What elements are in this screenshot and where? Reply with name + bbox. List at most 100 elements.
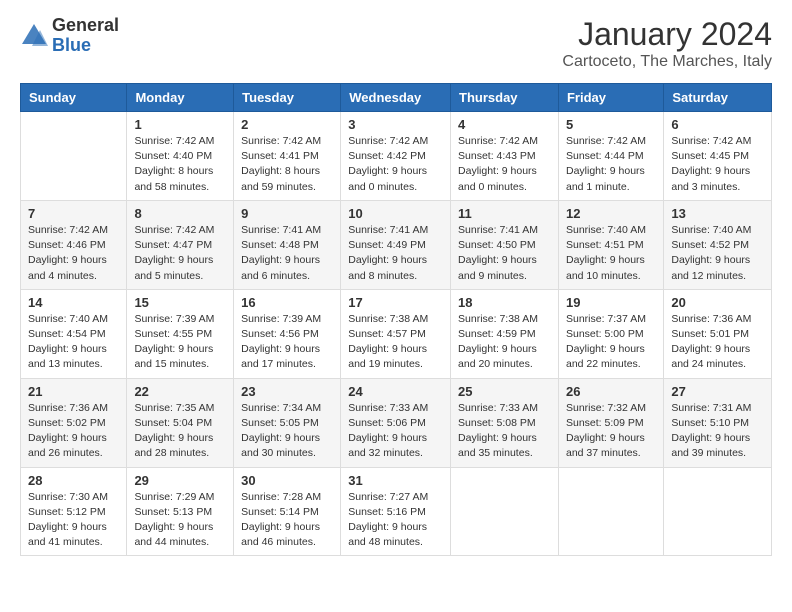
day-number: 28 xyxy=(28,473,119,488)
calendar-cell: 4 Sunrise: 7:42 AM Sunset: 4:43 PM Daylig… xyxy=(451,112,559,201)
day-number: 11 xyxy=(458,206,551,221)
calendar-cell: 2 Sunrise: 7:42 AM Sunset: 4:41 PM Daylig… xyxy=(234,112,341,201)
calendar-cell: 3 Sunrise: 7:42 AM Sunset: 4:42 PM Daylig… xyxy=(341,112,451,201)
day-info: Sunrise: 7:40 AM Sunset: 4:54 PM Dayligh… xyxy=(28,312,119,373)
calendar-cell: 24 Sunrise: 7:33 AM Sunset: 5:06 PM Dayli… xyxy=(341,378,451,467)
day-info: Sunrise: 7:42 AM Sunset: 4:47 PM Dayligh… xyxy=(134,223,226,284)
calendar-cell xyxy=(451,467,559,556)
calendar-cell: 25 Sunrise: 7:33 AM Sunset: 5:08 PM Dayli… xyxy=(451,378,559,467)
calendar-cell: 30Sunrise: 7:28 AM Sunset: 5:14 PM Dayli… xyxy=(234,467,341,556)
day-info: Sunrise: 7:41 AM Sunset: 4:49 PM Dayligh… xyxy=(348,223,443,284)
calendar-cell: 14 Sunrise: 7:40 AM Sunset: 4:54 PM Dayli… xyxy=(21,289,127,378)
day-number: 8 xyxy=(134,206,226,221)
calendar-cell: 13 Sunrise: 7:40 AM Sunset: 4:52 PM Dayli… xyxy=(664,200,772,289)
day-number: 25 xyxy=(458,384,551,399)
day-number: 21 xyxy=(28,384,119,399)
weekday-header-sunday: Sunday xyxy=(21,84,127,112)
calendar-cell: 19 Sunrise: 7:37 AM Sunset: 5:00 PM Dayli… xyxy=(558,289,663,378)
day-info: Sunrise: 7:29 AM Sunset: 5:13 PM Dayligh… xyxy=(134,490,226,551)
day-info: Sunrise: 7:42 AM Sunset: 4:41 PM Dayligh… xyxy=(241,134,333,195)
calendar-cell: 22Sunrise: 7:35 AM Sunset: 5:04 PM Dayli… xyxy=(127,378,234,467)
day-info: Sunrise: 7:38 AM Sunset: 4:57 PM Dayligh… xyxy=(348,312,443,373)
calendar-cell: 10 Sunrise: 7:41 AM Sunset: 4:49 PM Dayli… xyxy=(341,200,451,289)
day-number: 19 xyxy=(566,295,656,310)
day-info: Sunrise: 7:42 AM Sunset: 4:46 PM Dayligh… xyxy=(28,223,119,284)
calendar-cell: 8 Sunrise: 7:42 AM Sunset: 4:47 PM Daylig… xyxy=(127,200,234,289)
day-number: 12 xyxy=(566,206,656,221)
day-info: Sunrise: 7:42 AM Sunset: 4:40 PM Dayligh… xyxy=(134,134,226,195)
day-info: Sunrise: 7:41 AM Sunset: 4:48 PM Dayligh… xyxy=(241,223,333,284)
day-info: Sunrise: 7:37 AM Sunset: 5:00 PM Dayligh… xyxy=(566,312,656,373)
day-number: 9 xyxy=(241,206,333,221)
day-info: Sunrise: 7:30 AM Sunset: 5:12 PM Dayligh… xyxy=(28,490,119,551)
day-info: Sunrise: 7:40 AM Sunset: 4:52 PM Dayligh… xyxy=(671,223,764,284)
day-info: Sunrise: 7:42 AM Sunset: 4:42 PM Dayligh… xyxy=(348,134,443,195)
location-title: Cartoceto, The Marches, Italy xyxy=(562,53,772,71)
weekday-header-wednesday: Wednesday xyxy=(341,84,451,112)
day-number: 31 xyxy=(348,473,443,488)
day-number: 4 xyxy=(458,117,551,132)
day-number: 14 xyxy=(28,295,119,310)
month-title: January 2024 xyxy=(562,16,772,53)
calendar-cell: 20Sunrise: 7:36 AM Sunset: 5:01 PM Dayli… xyxy=(664,289,772,378)
day-number: 5 xyxy=(566,117,656,132)
day-info: Sunrise: 7:32 AM Sunset: 5:09 PM Dayligh… xyxy=(566,401,656,462)
weekday-header-monday: Monday xyxy=(127,84,234,112)
day-info: Sunrise: 7:33 AM Sunset: 5:06 PM Dayligh… xyxy=(348,401,443,462)
day-info: Sunrise: 7:33 AM Sunset: 5:08 PM Dayligh… xyxy=(458,401,551,462)
calendar-cell: 5 Sunrise: 7:42 AM Sunset: 4:44 PM Daylig… xyxy=(558,112,663,201)
logo-text: General Blue xyxy=(52,16,119,56)
calendar-cell xyxy=(558,467,663,556)
logo-general: General xyxy=(52,16,119,36)
day-info: Sunrise: 7:41 AM Sunset: 4:50 PM Dayligh… xyxy=(458,223,551,284)
calendar-week-3: 14 Sunrise: 7:40 AM Sunset: 4:54 PM Dayli… xyxy=(21,289,772,378)
title-area: January 2024 Cartoceto, The Marches, Ita… xyxy=(562,16,772,71)
day-info: Sunrise: 7:27 AM Sunset: 5:16 PM Dayligh… xyxy=(348,490,443,551)
calendar-cell xyxy=(21,112,127,201)
logo: General Blue xyxy=(20,16,119,56)
calendar-cell: 15Sunrise: 7:39 AM Sunset: 4:55 PM Dayli… xyxy=(127,289,234,378)
day-info: Sunrise: 7:42 AM Sunset: 4:45 PM Dayligh… xyxy=(671,134,764,195)
weekday-header-friday: Friday xyxy=(558,84,663,112)
day-info: Sunrise: 7:36 AM Sunset: 5:01 PM Dayligh… xyxy=(671,312,764,373)
day-info: Sunrise: 7:38 AM Sunset: 4:59 PM Dayligh… xyxy=(458,312,551,373)
calendar-cell: 31 Sunrise: 7:27 AM Sunset: 5:16 PM Dayli… xyxy=(341,467,451,556)
weekday-header-thursday: Thursday xyxy=(451,84,559,112)
day-number: 29 xyxy=(134,473,226,488)
calendar-week-2: 7Sunrise: 7:42 AM Sunset: 4:46 PM Daylig… xyxy=(21,200,772,289)
day-info: Sunrise: 7:42 AM Sunset: 4:44 PM Dayligh… xyxy=(566,134,656,195)
day-number: 2 xyxy=(241,117,333,132)
day-info: Sunrise: 7:34 AM Sunset: 5:05 PM Dayligh… xyxy=(241,401,333,462)
day-number: 13 xyxy=(671,206,764,221)
calendar-cell: 17 Sunrise: 7:38 AM Sunset: 4:57 PM Dayli… xyxy=(341,289,451,378)
day-number: 6 xyxy=(671,117,764,132)
weekday-header-saturday: Saturday xyxy=(664,84,772,112)
calendar-cell: 12 Sunrise: 7:40 AM Sunset: 4:51 PM Dayli… xyxy=(558,200,663,289)
calendar-cell: 29 Sunrise: 7:29 AM Sunset: 5:13 PM Dayli… xyxy=(127,467,234,556)
day-number: 3 xyxy=(348,117,443,132)
day-info: Sunrise: 7:35 AM Sunset: 5:04 PM Dayligh… xyxy=(134,401,226,462)
calendar-cell: 11 Sunrise: 7:41 AM Sunset: 4:50 PM Dayli… xyxy=(451,200,559,289)
day-number: 16 xyxy=(241,295,333,310)
day-info: Sunrise: 7:39 AM Sunset: 4:56 PM Dayligh… xyxy=(241,312,333,373)
day-number: 1 xyxy=(134,117,226,132)
day-number: 24 xyxy=(348,384,443,399)
logo-blue: Blue xyxy=(52,36,119,56)
day-info: Sunrise: 7:40 AM Sunset: 4:51 PM Dayligh… xyxy=(566,223,656,284)
calendar-week-4: 21Sunrise: 7:36 AM Sunset: 5:02 PM Dayli… xyxy=(21,378,772,467)
day-number: 27 xyxy=(671,384,764,399)
day-number: 17 xyxy=(348,295,443,310)
calendar-cell: 7Sunrise: 7:42 AM Sunset: 4:46 PM Daylig… xyxy=(21,200,127,289)
header: General Blue January 2024 Cartoceto, The… xyxy=(20,16,772,71)
calendar-cell: 28 Sunrise: 7:30 AM Sunset: 5:12 PM Dayli… xyxy=(21,467,127,556)
calendar-cell: 6 Sunrise: 7:42 AM Sunset: 4:45 PM Daylig… xyxy=(664,112,772,201)
day-number: 26 xyxy=(566,384,656,399)
day-info: Sunrise: 7:42 AM Sunset: 4:43 PM Dayligh… xyxy=(458,134,551,195)
day-number: 10 xyxy=(348,206,443,221)
logo-icon xyxy=(20,22,48,50)
day-number: 15 xyxy=(134,295,226,310)
calendar-cell: 27Sunrise: 7:31 AM Sunset: 5:10 PM Dayli… xyxy=(664,378,772,467)
calendar-week-5: 28 Sunrise: 7:30 AM Sunset: 5:12 PM Dayli… xyxy=(21,467,772,556)
calendar-table: SundayMondayTuesdayWednesdayThursdayFrid… xyxy=(20,83,772,556)
calendar-cell: 26 Sunrise: 7:32 AM Sunset: 5:09 PM Dayli… xyxy=(558,378,663,467)
